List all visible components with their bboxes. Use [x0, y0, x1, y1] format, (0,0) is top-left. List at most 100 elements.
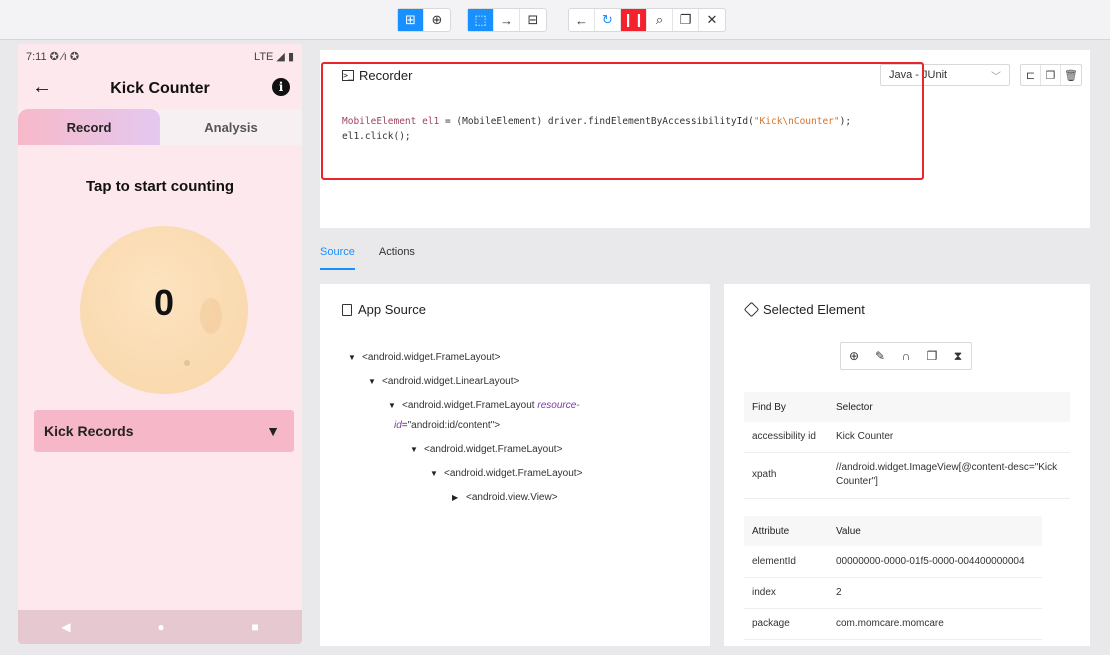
- grid-icon: ⊞: [405, 12, 416, 27]
- crosshair-icon: ⊕: [848, 349, 860, 363]
- status-bar: 7:11 ✪ ⁄ı ✪ LTE ◢ ▮: [18, 44, 302, 68]
- nav-recents-icon[interactable]: ■: [251, 620, 258, 634]
- selected-element-title: Selected Element: [743, 301, 865, 318]
- inspector-toolbar: ⊞ ⊕ ⬚ → ⊟ ← ↻ ❙❙ ⌕ ❐ ✕: [0, 0, 1110, 40]
- attribute-name: index: [744, 577, 828, 609]
- search-button[interactable]: ⌕: [647, 9, 673, 31]
- toolbar-group-session: ← ↻ ❙❙ ⌕ ❐ ✕: [568, 8, 726, 32]
- info-icon[interactable]: i: [272, 78, 290, 96]
- attribute-value: 00000000-0000-01f5-0000-004400000004: [828, 546, 1042, 578]
- status-icons: ✪ ⁄ı ✪: [49, 51, 80, 63]
- selected-element-title-text: Selected Element: [763, 302, 865, 317]
- findby-strategy: xpath: [744, 452, 828, 499]
- back-icon: ←: [575, 12, 588, 28]
- status-time: 7:11: [26, 51, 47, 63]
- findby-header: Find By: [744, 392, 828, 422]
- clear-element-button[interactable]: ∩: [893, 343, 919, 369]
- caret-down-icon: ▼: [368, 377, 376, 386]
- globe-icon: ⊕: [431, 12, 443, 27]
- nav-home-icon[interactable]: ●: [157, 620, 164, 634]
- chevron-down-icon: ﹀: [991, 72, 1001, 83]
- tree-node[interactable]: ▼ <android.widget.FrameLayout>: [410, 444, 562, 455]
- nav-back-icon[interactable]: ◀: [61, 620, 70, 634]
- caret-down-icon: ▼: [410, 445, 418, 454]
- web-mode-button[interactable]: ⊕: [424, 9, 450, 31]
- tree-node-label: <android.widget.FrameLayout>: [444, 468, 583, 479]
- selector-header: Selector: [828, 392, 1070, 422]
- copy-xml-button[interactable]: ❐: [673, 9, 699, 31]
- attributes-table: Attribute Value elementId 00000000-0000-…: [744, 516, 1042, 640]
- chevron-down-icon: ▼: [266, 423, 280, 439]
- copy-icon: ❐: [1045, 69, 1056, 82]
- tab-source[interactable]: Source: [320, 246, 355, 270]
- undo-icon: ∩: [901, 349, 911, 363]
- device-screenshot[interactable]: 7:11 ✪ ⁄ı ✪ LTE ◢ ▮ ← Kick Counter i Rec…: [18, 44, 302, 644]
- attribute-value: 2: [828, 577, 1042, 609]
- selected-element-panel: Selected Element ⊕ ✎ ∩ ❐ ⧗ Find By Selec…: [724, 284, 1090, 646]
- element-actions: ⊕ ✎ ∩ ❐ ⧗: [840, 342, 972, 370]
- recorder-actions: ⊏ ❐ 🗑: [1020, 64, 1082, 86]
- swipe-icon: →: [500, 12, 513, 28]
- pause-recording-button[interactable]: ❙❙: [621, 9, 647, 31]
- close-icon: ✕: [706, 12, 718, 27]
- app-source-title: App Source: [342, 302, 426, 317]
- table-row: index 2: [744, 577, 1042, 609]
- tree-node-attr: resource-: [537, 400, 580, 411]
- tree-node[interactable]: ▼ <android.widget.FrameLayout>: [348, 352, 500, 363]
- boilerplate-icon: ⊏: [1025, 69, 1036, 82]
- refresh-button[interactable]: ↻: [595, 9, 621, 31]
- status-right-icons: LTE ◢ ▮: [254, 51, 294, 63]
- show-boilerplate-button[interactable]: ⊏: [1021, 65, 1041, 85]
- find-by-table: Find By Selector accessibility id Kick C…: [744, 392, 1070, 499]
- value-header: Value: [828, 516, 1042, 546]
- tree-node[interactable]: ▼ <android.widget.FrameLayout resource-: [388, 400, 580, 411]
- clear-actions-button[interactable]: 🗑: [1061, 65, 1081, 85]
- tree-node-label: <android.view.View>: [466, 492, 558, 503]
- tree-node-cont[interactable]: id="android:id/content">: [394, 420, 500, 431]
- tree-node-attr: id: [394, 420, 402, 431]
- tab-actions[interactable]: Actions: [379, 246, 415, 270]
- timing-button[interactable]: ⧗: [945, 343, 971, 369]
- tap-button[interactable]: ⊟: [520, 9, 546, 31]
- file-icon: [342, 303, 352, 316]
- attribute-value: com.momcare.momcare: [828, 608, 1042, 640]
- findby-strategy: accessibility id: [744, 422, 828, 453]
- pencil-icon: ✎: [874, 349, 886, 363]
- attribute-name: package: [744, 608, 828, 640]
- tap-instruction: Tap to start counting: [85, 178, 235, 195]
- tree-node-label: <android.widget.FrameLayout>: [424, 444, 563, 455]
- kick-records-expander[interactable]: Kick Records ▼: [34, 410, 294, 452]
- back-button[interactable]: ←: [569, 9, 595, 31]
- toolbar-group-interact: ⬚ → ⊟: [467, 8, 547, 32]
- app-title: Kick Counter: [110, 80, 210, 97]
- pause-icon: ❙❙: [622, 12, 645, 27]
- quit-session-button[interactable]: ✕: [699, 9, 725, 31]
- copy-attributes-button[interactable]: ❐: [919, 343, 945, 369]
- send-keys-button[interactable]: ✎: [867, 343, 893, 369]
- findby-selector[interactable]: Kick Counter: [828, 422, 1070, 453]
- tag-icon: [743, 301, 760, 318]
- record-analysis-tabs: Record Analysis: [18, 109, 302, 145]
- tree-node[interactable]: ▼ <android.widget.LinearLayout>: [368, 376, 519, 387]
- copy-icon: ❐: [926, 349, 938, 363]
- tree-node[interactable]: ▼ <android.widget.FrameLayout>: [430, 468, 582, 479]
- attribute-name: elementId: [744, 546, 828, 578]
- native-mode-button[interactable]: ⊞: [398, 9, 424, 31]
- tap-element-button[interactable]: ⊕: [841, 343, 867, 369]
- tap-icon: ⊟: [527, 12, 539, 27]
- copy-code-button[interactable]: ❐: [1041, 65, 1061, 85]
- refresh-icon: ↻: [602, 12, 613, 27]
- kick-counter-button[interactable]: 0: [80, 226, 248, 394]
- table-row: elementId 00000000-0000-01f5-0000-004400…: [744, 546, 1042, 578]
- swipe-button[interactable]: →: [494, 9, 520, 31]
- table-row: package com.momcare.momcare: [744, 608, 1042, 640]
- tab-record[interactable]: Record: [18, 109, 160, 145]
- select-element-button[interactable]: ⬚: [468, 9, 494, 31]
- app-bar: ← Kick Counter i: [18, 72, 302, 106]
- table-row: accessibility id Kick Counter: [744, 422, 1070, 453]
- tab-analysis[interactable]: Analysis: [160, 109, 302, 145]
- tree-node-attr-value: ="android:id/content">: [401, 420, 501, 431]
- findby-selector[interactable]: //android.widget.ImageView[@content-desc…: [828, 452, 1070, 499]
- tree-node[interactable]: ▶ <android.view.View>: [452, 492, 558, 503]
- search-icon: ⌕: [655, 12, 664, 27]
